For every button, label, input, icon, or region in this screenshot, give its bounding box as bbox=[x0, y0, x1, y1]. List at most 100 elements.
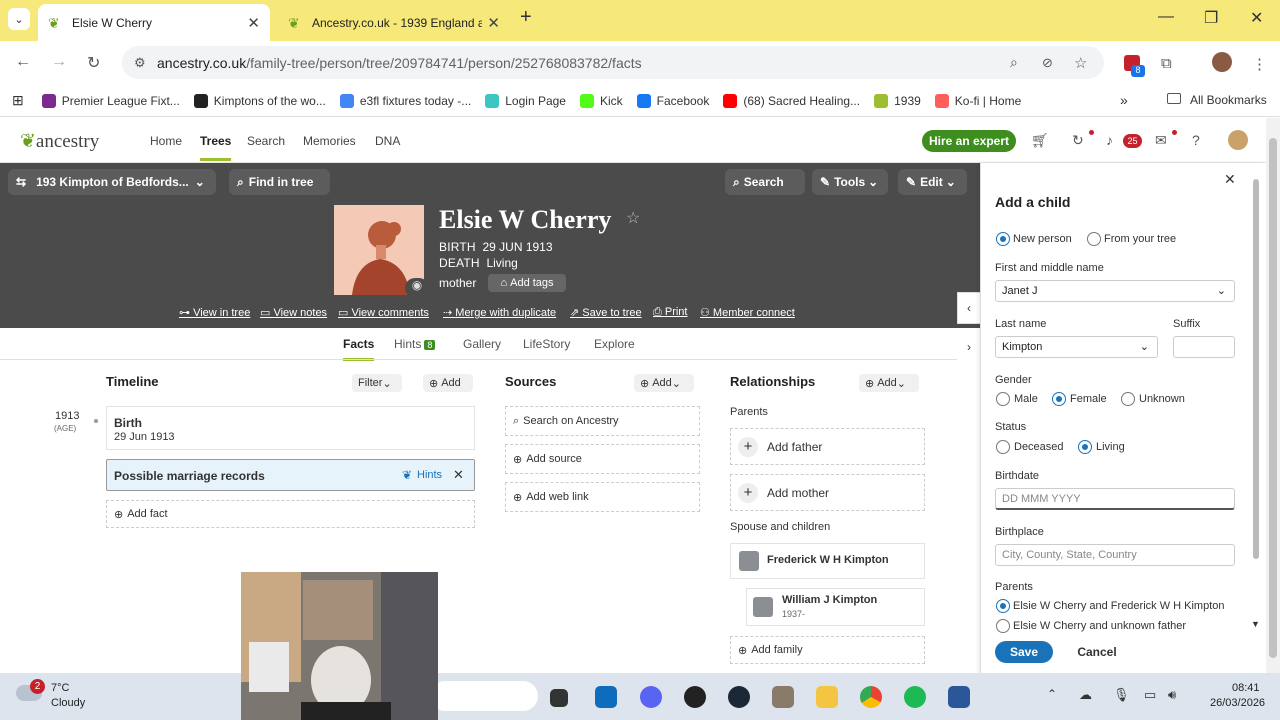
help-icon[interactable]: ? bbox=[1192, 132, 1200, 148]
bookmarks-overflow-icon[interactable]: » bbox=[1120, 92, 1128, 108]
tab-hints[interactable]: Hints 8 bbox=[394, 337, 436, 351]
first-name-input[interactable]: Janet J ⌄ bbox=[995, 280, 1235, 302]
clock-date[interactable]: 26/03/2026 bbox=[1210, 697, 1265, 709]
network-icon[interactable]: ▭ bbox=[1144, 687, 1156, 703]
add-mother-button[interactable]: + Add mother bbox=[730, 474, 925, 511]
from-tree-radio[interactable] bbox=[1087, 232, 1101, 246]
tab-gallery[interactable]: Gallery bbox=[463, 337, 501, 351]
nav-memories[interactable]: Memories bbox=[303, 134, 356, 148]
dismiss-hint-icon[interactable]: ✕ bbox=[453, 467, 464, 483]
ancestry-logo[interactable]: ❦ancestry bbox=[20, 130, 99, 153]
nav-dna[interactable]: DNA bbox=[375, 134, 400, 148]
bookmark-item[interactable]: 1939 bbox=[874, 93, 921, 108]
save-button[interactable]: Save bbox=[995, 641, 1053, 663]
outlook-icon[interactable] bbox=[595, 686, 617, 708]
timeline-add-button[interactable]: ⊕ Add bbox=[423, 374, 473, 392]
bookmark-item[interactable]: Kimptons of the wo... bbox=[193, 93, 326, 108]
user-avatar[interactable] bbox=[1228, 130, 1248, 150]
suffix-input[interactable] bbox=[1173, 336, 1235, 358]
member-connect-link[interactable]: ⚇ Member connect bbox=[700, 306, 795, 319]
nav-search[interactable]: Search bbox=[247, 134, 285, 148]
tab-1939[interactable]: ❦ Ancestry.co.uk - 1939 England a ✕ bbox=[278, 4, 510, 41]
chevron-down-icon[interactable]: ⌄ bbox=[1217, 284, 1226, 297]
chevron-down-icon[interactable]: ⌄ bbox=[1140, 340, 1149, 353]
bookmark-item[interactable]: e3fl fixtures today -... bbox=[339, 93, 471, 108]
restore-icon[interactable]: ❐ bbox=[1204, 8, 1218, 28]
last-name-input[interactable]: Kimpton ⌄ bbox=[995, 336, 1158, 358]
volume-icon[interactable]: 🔊︎ bbox=[1168, 687, 1176, 703]
living-radio[interactable] bbox=[1078, 440, 1092, 454]
all-bookmarks-link[interactable]: All Bookmarks bbox=[1190, 93, 1267, 107]
tab-lifestory[interactable]: LifeStory bbox=[523, 337, 570, 351]
bookmark-item[interactable]: Kick bbox=[579, 93, 623, 108]
close-tab-icon[interactable]: ✕ bbox=[247, 14, 260, 32]
add-tags-button[interactable]: ⌂ Add tags bbox=[488, 274, 566, 292]
panel-scrollbar[interactable] bbox=[1253, 179, 1259, 559]
cancel-button[interactable]: Cancel bbox=[1068, 641, 1126, 663]
birthplace-input[interactable]: City, County, State, Country bbox=[995, 544, 1235, 566]
print-link[interactable]: ⎙ Print bbox=[653, 306, 687, 319]
nav-home[interactable]: Home bbox=[150, 134, 182, 148]
chrome-menu-icon[interactable]: ⋮ bbox=[1252, 55, 1267, 73]
camera-icon[interactable]: ◉ bbox=[405, 278, 429, 298]
add-source-button[interactable]: ⊕ Add source bbox=[505, 444, 700, 474]
discord-icon[interactable] bbox=[640, 686, 662, 708]
birthdate-input[interactable]: DD MMM YYYY bbox=[995, 488, 1235, 510]
messages-icon[interactable]: ✉ bbox=[1155, 132, 1167, 149]
band-search-button[interactable]: ⌕ Search bbox=[725, 169, 805, 195]
spotify-icon[interactable] bbox=[904, 686, 926, 708]
bookmark-item[interactable]: Facebook bbox=[636, 93, 709, 108]
child-card[interactable]: William J Kimpton 1937- bbox=[746, 588, 925, 626]
add-fact-button[interactable]: ⊕ Add fact bbox=[106, 500, 475, 528]
extensions-puzzle-icon[interactable]: ⧉ bbox=[1161, 55, 1172, 72]
tab-explore[interactable]: Explore bbox=[594, 337, 635, 351]
hire-expert-button[interactable]: Hire an expert bbox=[922, 130, 1016, 152]
deceased-radio[interactable] bbox=[996, 440, 1010, 454]
back-icon[interactable]: ← bbox=[15, 53, 31, 71]
chevron-right-icon[interactable]: › bbox=[957, 332, 981, 362]
close-panel-icon[interactable]: ✕ bbox=[1224, 171, 1236, 188]
tools-button[interactable]: ✎ Tools ⌄ bbox=[812, 169, 888, 195]
reload-icon[interactable]: ↻ bbox=[87, 53, 100, 73]
hints-link[interactable]: Hints bbox=[417, 469, 442, 481]
eye-off-icon[interactable]: ⊘ bbox=[1042, 55, 1053, 71]
folder-icon[interactable] bbox=[816, 686, 838, 708]
chevron-left-icon[interactable]: ‹ bbox=[957, 292, 981, 324]
steam-icon[interactable] bbox=[728, 686, 750, 708]
bookmark-item[interactable]: Ko-fi | Home bbox=[934, 93, 1021, 108]
tree-selector[interactable]: ⇆ 193 Kimpton of Bedfords... ⌄ bbox=[8, 169, 216, 195]
microphone-icon[interactable]: 🎙︎ bbox=[1113, 687, 1130, 703]
sources-add-button[interactable]: ⊕ Add ⌄ bbox=[634, 374, 694, 392]
search-on-ancestry-button[interactable]: ⌕ Search on Ancestry bbox=[505, 406, 700, 436]
chrome-icon[interactable] bbox=[860, 686, 882, 708]
merge-duplicate-link[interactable]: ⇢ Merge with duplicate bbox=[443, 306, 556, 319]
window-close-icon[interactable]: ✕ bbox=[1250, 8, 1263, 28]
add-family-button[interactable]: ⊕ Add family bbox=[730, 636, 925, 664]
close-tab-icon[interactable]: ✕ bbox=[487, 14, 500, 32]
birth-event-card[interactable]: Birth 29 Jun 1913 bbox=[106, 406, 475, 450]
tab-search-button[interactable]: ⌄ bbox=[8, 8, 30, 30]
nav-trees[interactable]: Trees bbox=[200, 134, 232, 161]
scroll-down-icon[interactable]: ▼ bbox=[1251, 619, 1260, 629]
taskbar-search-box[interactable] bbox=[430, 681, 538, 711]
favorite-star-icon[interactable]: ☆ bbox=[626, 208, 640, 228]
new-tab-button[interactable]: + bbox=[520, 6, 532, 29]
site-info-icon[interactable]: ⚙ bbox=[134, 55, 146, 71]
chevron-up-icon[interactable]: ⌃ bbox=[1047, 687, 1057, 701]
save-to-tree-link[interactable]: ⇗ Save to tree bbox=[570, 306, 642, 319]
tab-facts[interactable]: Facts bbox=[343, 337, 375, 361]
refresh-hints-icon[interactable]: ↻ bbox=[1072, 132, 1084, 149]
filter-button[interactable]: Filter ⌄ bbox=[352, 374, 402, 392]
address-bar[interactable]: ⚙ ancestry.co.uk/family-tree/person/tree… bbox=[122, 46, 1104, 79]
cart-icon[interactable]: 🛒︎ bbox=[1031, 132, 1049, 149]
new-person-radio[interactable] bbox=[996, 232, 1010, 246]
parents-option2-radio[interactable] bbox=[996, 619, 1010, 633]
find-in-tree-button[interactable]: ⌕ Find in tree bbox=[229, 169, 330, 195]
hint-card[interactable]: Possible marriage records ❦ Hints ✕ bbox=[106, 459, 475, 491]
add-father-button[interactable]: + Add father bbox=[730, 428, 925, 465]
relationships-add-button[interactable]: ⊕ Add ⌄ bbox=[859, 374, 919, 392]
spouse-card[interactable]: Frederick W H Kimpton bbox=[730, 543, 925, 579]
bookmark-star-icon[interactable]: ☆ bbox=[1074, 54, 1087, 72]
edit-button[interactable]: ✎ Edit ⌄ bbox=[898, 169, 967, 195]
female-radio[interactable] bbox=[1052, 392, 1066, 406]
